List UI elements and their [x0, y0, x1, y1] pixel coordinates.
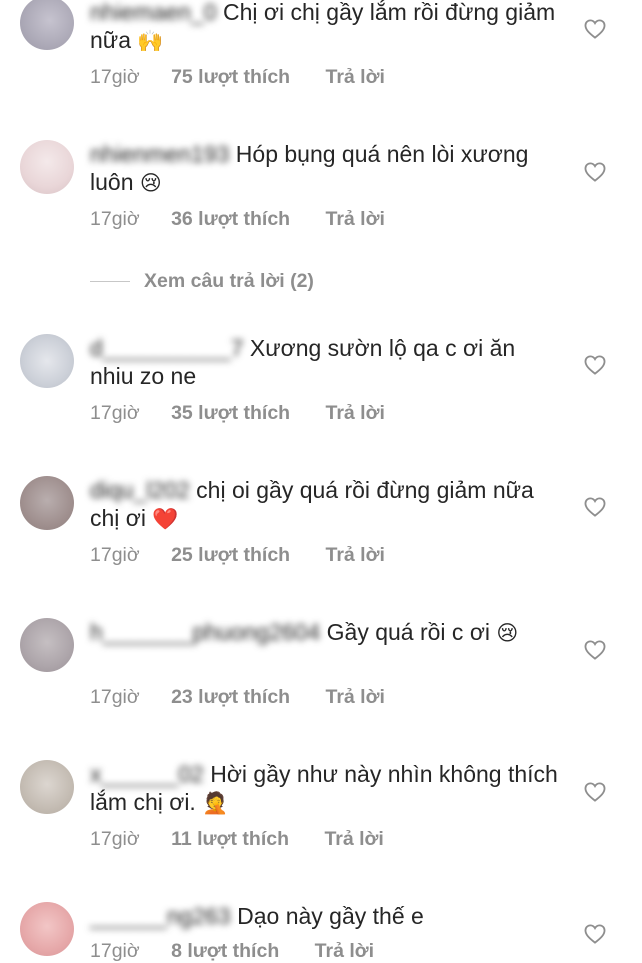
comment-meta: 17giờ 11 lượt thích Trả lời	[90, 828, 384, 851]
comment-emoji: 😢	[496, 622, 519, 645]
avatar[interactable]	[20, 140, 74, 194]
avatar[interactable]	[20, 0, 74, 50]
comment-text-block: ______ng263 Dạo này gầy thế e	[90, 902, 560, 930]
comment-text-block: nhiemaen_0 Chị ơi chị gầy lắm rồi đừng g…	[90, 0, 560, 56]
comment-time: 17giờ	[90, 208, 140, 230]
reply-button[interactable]: Trả lời	[324, 828, 383, 850]
heart-outline-icon[interactable]	[584, 355, 606, 375]
comment-emoji: 🤦	[202, 792, 229, 815]
likes-count[interactable]: 75 lượt thích	[171, 66, 290, 88]
comment-body: Gầy quá rồi c ơi	[326, 619, 491, 645]
comment-time: 17giờ	[90, 686, 140, 708]
username[interactable]: nhiemaen_0	[90, 0, 217, 25]
comment-time: 17giờ	[90, 402, 140, 424]
comment-text-block: x______02 Hời gầy như này nhìn không thí…	[90, 760, 560, 818]
likes-count[interactable]: 25 lượt thích	[171, 544, 290, 566]
heart-outline-icon[interactable]	[584, 782, 606, 802]
username[interactable]: nhienmen193	[90, 141, 229, 167]
avatar[interactable]	[20, 476, 74, 530]
username[interactable]: diqu_l202	[90, 477, 190, 503]
comment-emoji: ❤️	[152, 508, 179, 531]
comment-meta: 17giờ 36 lượt thích Trả lời	[90, 208, 385, 231]
heart-outline-icon[interactable]	[584, 162, 606, 182]
comment-body: Dạo này gầy thế e	[237, 903, 424, 929]
reply-button[interactable]: Trả lời	[326, 544, 385, 566]
avatar[interactable]	[20, 902, 74, 956]
avatar[interactable]	[20, 760, 74, 814]
likes-count[interactable]: 35 lượt thích	[171, 402, 290, 424]
reply-button[interactable]: Trả lời	[326, 402, 385, 424]
comment-text-block: diqu_l202 chị oi gầy quá rồi đừng giảm n…	[90, 476, 560, 534]
comment-meta: 17giờ 23 lượt thích Trả lời	[90, 686, 385, 709]
comment-time: 17giờ	[90, 544, 140, 566]
heart-outline-icon[interactable]	[584, 19, 606, 39]
username[interactable]: x______02	[90, 761, 204, 787]
comment-text-block: nhienmen193 Hóp bụng quá nên lòi xương l…	[90, 140, 560, 198]
heart-outline-icon[interactable]	[584, 640, 606, 660]
comment-time: 17giờ	[90, 940, 140, 962]
heart-outline-icon[interactable]	[584, 497, 606, 517]
username[interactable]: h_______phuong2604	[90, 619, 320, 645]
reply-button[interactable]: Trả lời	[326, 686, 385, 708]
comment-meta: 17giờ 25 lượt thích Trả lời	[90, 544, 385, 567]
heart-outline-icon[interactable]	[584, 924, 606, 944]
comment-emoji: 🙌	[137, 30, 164, 53]
likes-count[interactable]: 36 lượt thích	[171, 208, 290, 230]
username[interactable]: d__________7	[90, 335, 244, 361]
username[interactable]: ______ng263	[90, 903, 231, 929]
comment-time: 17giờ	[90, 66, 140, 88]
avatar[interactable]	[20, 334, 74, 388]
comment-meta: 17giờ 75 lượt thích Trả lời	[90, 66, 385, 89]
divider-line	[90, 281, 130, 283]
view-replies-label: Xem câu trả lời (2)	[144, 270, 314, 292]
reply-button[interactable]: Trả lời	[315, 940, 374, 962]
comment-meta: 17giờ 35 lượt thích Trả lời	[90, 402, 385, 425]
likes-count[interactable]: 11 lượt thích	[171, 828, 289, 850]
avatar[interactable]	[20, 618, 74, 672]
reply-button[interactable]: Trả lời	[326, 66, 385, 88]
likes-count[interactable]: 23 lượt thích	[171, 686, 290, 708]
reply-button[interactable]: Trả lời	[326, 208, 385, 230]
comment-emoji: 😢	[139, 172, 162, 195]
comment-text-block: h_______phuong2604 Gầy quá rồi c ơi 😢	[90, 618, 560, 648]
comment-text-block: d__________7 Xương sườn lộ qa c ơi ăn nh…	[90, 334, 560, 390]
likes-count[interactable]: 8 lượt thích	[171, 940, 279, 962]
comment-time: 17giờ	[90, 828, 140, 850]
view-replies-button[interactable]: Xem câu trả lời (2)	[90, 270, 314, 296]
